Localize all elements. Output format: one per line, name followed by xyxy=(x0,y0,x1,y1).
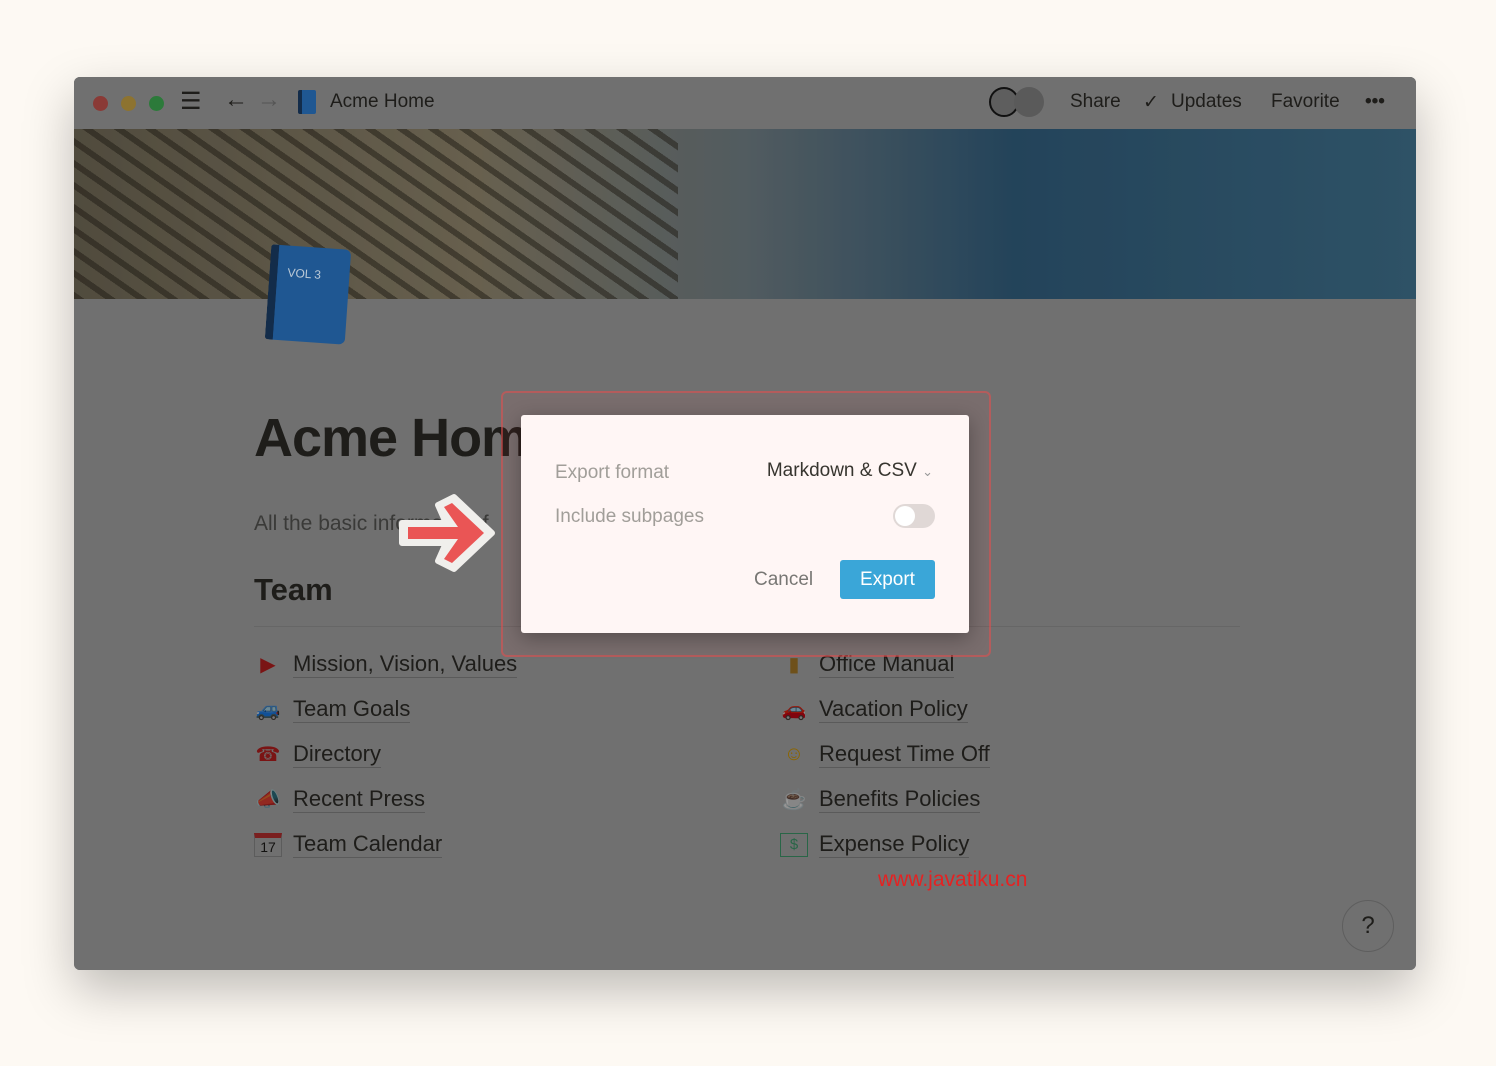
page-subtitle: All the basic information f xyxy=(254,512,489,535)
link-label: Mission, Vision, Values xyxy=(293,651,518,678)
check-icon: ✓ xyxy=(1143,92,1159,113)
favorite-button[interactable]: Favorite xyxy=(1271,91,1340,113)
link-label: Benefits Policies xyxy=(819,786,981,813)
links-left: ▶ Mission, Vision, Values 🚙 Team Goals ☎ Di… xyxy=(254,642,518,867)
page-icon-book[interactable]: VOL 3 xyxy=(264,244,352,345)
car-icon: 🚙 xyxy=(255,699,281,721)
page-link[interactable]: ☕ Benefits Policies xyxy=(780,777,990,822)
export-button[interactable]: Export xyxy=(840,560,935,599)
page-link[interactable]: 🚗 Vacation Policy xyxy=(780,687,990,732)
page-link[interactable]: ▶ Mission, Vision, Values xyxy=(254,642,518,687)
link-label: Expense Policy xyxy=(819,831,970,858)
include-subpages-label: Include subpages xyxy=(555,506,704,527)
sleeping-face-icon: ☺ xyxy=(783,743,805,765)
coffee-icon: ☕ xyxy=(781,789,807,811)
link-label: Team Goals xyxy=(293,696,411,723)
page-breadcrumb[interactable]: Acme Home xyxy=(330,91,435,113)
telephone-icon: ☎ xyxy=(255,744,281,766)
link-label: Office Manual xyxy=(819,651,955,678)
cancel-button[interactable]: Cancel xyxy=(754,569,813,591)
include-subpages-toggle[interactable] xyxy=(893,504,935,528)
forward-arrow-icon[interactable]: → xyxy=(257,86,281,114)
avatar[interactable] xyxy=(1014,87,1044,117)
money-icon: $ xyxy=(780,832,808,857)
chevron-down-icon: ⌄ xyxy=(922,464,933,479)
title-bar: ☰ ← → Acme Home Share ✓ Updates Favorite… xyxy=(74,77,1416,129)
back-arrow-icon[interactable]: ← xyxy=(224,86,248,114)
share-button[interactable]: Share xyxy=(1070,91,1121,113)
page-link[interactable]: 📣 Recent Press xyxy=(254,777,517,822)
link-label: Request Time Off xyxy=(819,741,990,768)
link-label: Recent Press xyxy=(293,786,426,813)
more-options-button[interactable]: ••• xyxy=(1365,91,1385,113)
maximize-window-button[interactable] xyxy=(149,96,164,111)
menu-icon[interactable]: ☰ xyxy=(180,87,202,116)
link-label: Vacation Policy xyxy=(819,696,968,723)
link-label: Directory xyxy=(293,741,382,768)
calendar-icon: 17 xyxy=(254,832,282,857)
export-format-value: Markdown & CSV xyxy=(766,460,917,481)
car-icon: 🚗 xyxy=(781,699,807,721)
export-dialog: Export format Markdown & CSV ⌄ Include s… xyxy=(521,415,969,633)
export-format-select[interactable]: Markdown & CSV ⌄ xyxy=(767,460,933,482)
links-right: ▮ Office Manual 🚗 Vacation Policy ☺ Request… xyxy=(780,642,990,867)
page-link[interactable]: ☺ Request Time Off xyxy=(780,732,990,777)
page-link[interactable]: $ Expense Policy xyxy=(780,822,990,867)
minimize-window-button[interactable] xyxy=(121,96,136,111)
book-label: VOL 3 xyxy=(286,265,322,282)
updates-button[interactable]: Updates xyxy=(1171,91,1242,113)
flag-icon: ▶ xyxy=(260,654,276,676)
page-title: Acme Home xyxy=(254,408,558,468)
page-link[interactable]: ☎ Directory xyxy=(254,732,517,777)
watermark: www.javatiku.cn xyxy=(878,868,1028,891)
help-button[interactable]: ? xyxy=(1342,900,1394,952)
megaphone-icon: 📣 xyxy=(255,789,281,811)
page-link[interactable]: 17 Team Calendar xyxy=(254,822,517,867)
link-label: Team Calendar xyxy=(293,831,443,858)
ledger-icon: ▮ xyxy=(788,654,800,676)
page-link[interactable]: 🚙 Team Goals xyxy=(254,687,517,732)
page-link[interactable]: ▮ Office Manual xyxy=(780,642,990,687)
blue-book-icon xyxy=(298,90,316,114)
close-window-button[interactable] xyxy=(93,96,108,111)
section-heading: Team xyxy=(254,572,333,607)
export-format-label: Export format xyxy=(555,462,670,483)
